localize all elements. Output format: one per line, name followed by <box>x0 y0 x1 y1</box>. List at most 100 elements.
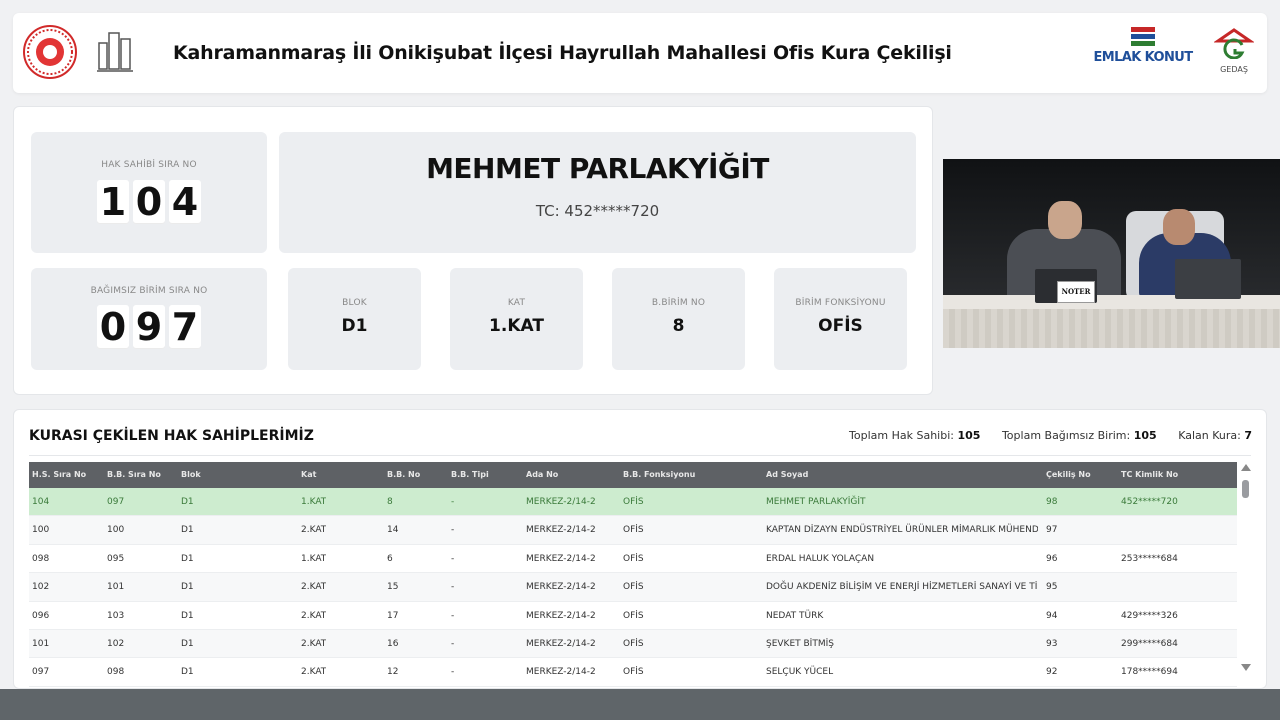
table-row[interactable]: 097 098 D1 2.KAT 12 - MERKEZ-2/14-2 OFİS SELÇUK … <box>29 658 1237 687</box>
drawn-list-panel: KURASI ÇEKİLEN HAK SAHİPLERİMİZ Toplam H… <box>13 409 1267 689</box>
bagimsiz-digit: 9 <box>133 305 165 349</box>
cell-bb-tipi: - <box>451 610 455 621</box>
column-header-bb-fonksiyonu: B.B. Fonksiyonu <box>623 470 696 479</box>
cell-ada-no: MERKEZ-2/14-2 <box>526 525 596 536</box>
cell-blok: D1 <box>181 667 194 678</box>
cell-tc-kimlik-no: 429*****326 <box>1121 610 1178 621</box>
cell-ad-soyad: ERDAL HALUK YOLAÇAN <box>766 553 875 564</box>
winner-tc: TC: 452*****720 <box>535 202 660 220</box>
hak-sahibi-card: HAK SAHİBİ SIRA NO 104 <box>31 132 267 253</box>
birim-fonksiyonu-card: BİRİM FONKSİYONU OFİS <box>774 268 907 370</box>
kat-card: KAT 1.KAT <box>450 268 583 370</box>
cell-bb-fonksiyonu: OFİS <box>623 497 644 507</box>
cell-tc-kimlik-no: 452*****720 <box>1121 497 1178 507</box>
table-row[interactable]: 101 102 D1 2.KAT 16 - MERKEZ-2/14-2 OFİS ŞEVKET … <box>29 629 1237 659</box>
cell-kat: 2.KAT <box>301 667 327 678</box>
cell-blok: D1 <box>181 525 194 536</box>
bagimsiz-birim-digits: 097 <box>31 305 267 349</box>
cell-bb-tipi: - <box>451 638 455 649</box>
table-row[interactable]: 096 103 D1 2.KAT 17 - MERKEZ-2/14-2 OFİS NEDAT T… <box>29 601 1237 630</box>
cell-blok: D1 <box>181 610 194 621</box>
cell-ada-no: MERKEZ-2/14-2 <box>526 497 596 507</box>
cell-hs-sira-no: 098 <box>32 553 50 564</box>
hak-sahibi-digit: 1 <box>97 180 129 224</box>
column-header-bb-sira-no: B.B. Sıra No <box>107 470 161 479</box>
cell-kat: 2.KAT <box>301 638 327 649</box>
column-header-bb-tipi: B.B. Tipi <box>451 470 489 479</box>
cell-bb-no: 16 <box>387 638 399 649</box>
cell-bb-sira-no: 098 <box>107 667 125 678</box>
cell-bb-tipi: - <box>451 582 455 593</box>
kat-label: KAT <box>507 298 526 308</box>
cell-bb-fonksiyonu: OFİS <box>623 525 644 536</box>
birim-fonksiyonu-label: BİRİM FONKSİYONU <box>795 298 886 308</box>
cell-bb-fonksiyonu: OFİS <box>623 667 644 678</box>
cell-ada-no: MERKEZ-2/14-2 <box>526 610 596 621</box>
stat-total-bagimsiz-birim: Toplam Bağımsız Birim: 105 <box>1001 429 1157 442</box>
cell-blok: D1 <box>181 582 194 593</box>
person-left-head <box>1048 201 1082 239</box>
cell-kat: 2.KAT <box>301 525 327 536</box>
cell-ada-no: MERKEZ-2/14-2 <box>526 638 596 649</box>
cell-bb-sira-no: 103 <box>107 610 125 621</box>
scroll-up-arrow-icon[interactable] <box>1241 464 1251 471</box>
cell-bb-no: 12 <box>387 667 399 678</box>
column-header-bb-no: B.B. No <box>387 470 421 479</box>
gedas-logo: GEDAŞ <box>1211 27 1257 81</box>
cell-blok: D1 <box>181 497 194 507</box>
cell-bb-no: 6 <box>387 553 393 564</box>
table-row[interactable]: 100 100 D1 2.KAT 14 - MERKEZ-2/14-2 OFİS KAPTAN … <box>29 516 1237 545</box>
emlak-konut-text: EMLAK KONUT <box>1093 50 1193 65</box>
cell-ad-soyad: KAPTAN DİZAYN ENDÜSTRİYEL ÜRÜNLER MİMARL… <box>766 525 1038 536</box>
cell-kat: 1.KAT <box>301 553 327 564</box>
cell-cekilis-no: 98 <box>1046 497 1058 507</box>
cell-hs-sira-no: 096 <box>32 610 50 621</box>
cell-bb-sira-no: 097 <box>107 497 125 507</box>
winner-name-card: MEHMET PARLAKYİĞİT TC: 452*****720 <box>279 132 916 253</box>
cell-bb-tipi: - <box>451 553 455 564</box>
bagimsiz-birim-label: BAĞIMSIZ BİRİM SIRA NO <box>90 286 208 296</box>
emlak-konut-logo: EMLAK KONUT <box>1088 25 1198 83</box>
hak-sahibi-digit: 4 <box>169 180 201 224</box>
column-header-ad-soyad: Ad Soyad <box>766 470 809 479</box>
noter-sign: NOTER <box>1057 281 1095 303</box>
person-right-head <box>1163 209 1195 245</box>
cell-bb-no: 8 <box>387 497 393 507</box>
list-divider <box>29 455 1251 456</box>
stat-total-hak-sahibi: Toplam Hak Sahibi: 105 <box>849 429 981 442</box>
live-video-feed: NOTER <box>943 159 1280 348</box>
column-header-ada-no: Ada No <box>526 470 559 479</box>
scroll-thumb[interactable] <box>1242 480 1249 498</box>
current-draw-panel: HAK SAHİBİ SIRA NO 104 MEHMET PARLAKYİĞİ… <box>13 106 933 395</box>
cell-cekilis-no: 96 <box>1046 553 1058 564</box>
cell-bb-sira-no: 101 <box>107 582 125 593</box>
building-logo <box>95 29 135 77</box>
table-row[interactable]: 102 101 D1 2.KAT 15 - MERKEZ-2/14-2 OFİS DOĞU AK… <box>29 573 1237 602</box>
cell-ada-no: MERKEZ-2/14-2 <box>526 553 596 564</box>
page-title: Kahramanmaraş İli Onikişubat İlçesi Hayr… <box>173 42 952 64</box>
cell-cekilis-no: 94 <box>1046 610 1058 621</box>
cell-hs-sira-no: 104 <box>32 497 50 507</box>
bottom-bar <box>0 689 1280 720</box>
column-header-hs-sira-no: H.S. Sıra No <box>32 470 87 479</box>
scroll-down-arrow-icon[interactable] <box>1241 664 1251 671</box>
list-title: KURASI ÇEKİLEN HAK SAHİPLERİMİZ <box>29 428 314 444</box>
cell-ad-soyad: NEDAT TÜRK <box>766 610 824 621</box>
cell-kat: 2.KAT <box>301 610 327 621</box>
cell-bb-sira-no: 095 <box>107 553 125 564</box>
table-row[interactable]: 098 095 D1 1.KAT 6 - MERKEZ-2/14-2 OFİS ERDAL HA… <box>29 544 1237 574</box>
cell-tc-kimlik-no: 178*****694 <box>1121 667 1178 678</box>
table-row[interactable]: 104 097 D1 1.KAT 8 - MERKEZ-2/14-2 OFİS MEHMET P… <box>29 488 1237 517</box>
cell-blok: D1 <box>181 638 194 649</box>
cell-hs-sira-no: 097 <box>32 667 50 678</box>
cell-cekilis-no: 92 <box>1046 667 1058 678</box>
table-scrollbar[interactable] <box>1240 462 1252 674</box>
cell-ad-soyad: SELÇUK YÜCEL <box>766 667 834 678</box>
bagimsiz-birim-card: BAĞIMSIZ BİRİM SIRA NO 097 <box>31 268 267 370</box>
cell-ad-soyad: DOĞU AKDENİZ BİLİŞİM VE ENERJİ HİZMETLER… <box>766 582 1038 593</box>
birim-fonksiyonu-value: OFİS <box>818 316 863 336</box>
cell-bb-sira-no: 100 <box>107 525 125 536</box>
cell-bb-fonksiyonu: OFİS <box>623 553 644 564</box>
stat-kalan-kura: Kalan Kura: 7 <box>1178 429 1252 442</box>
cell-bb-fonksiyonu: OFİS <box>623 638 644 649</box>
